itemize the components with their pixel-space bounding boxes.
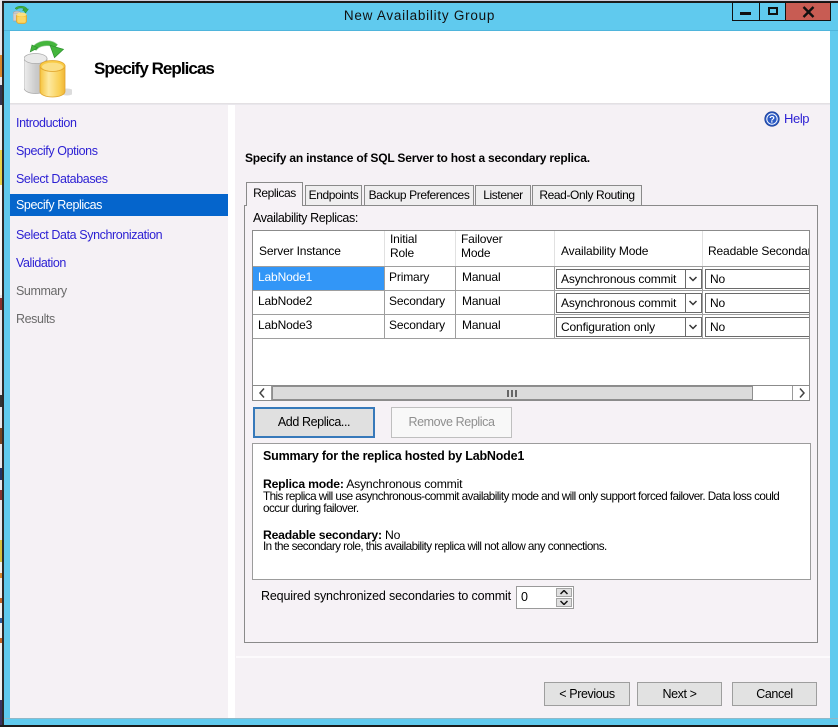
- svg-text:?: ?: [769, 114, 775, 125]
